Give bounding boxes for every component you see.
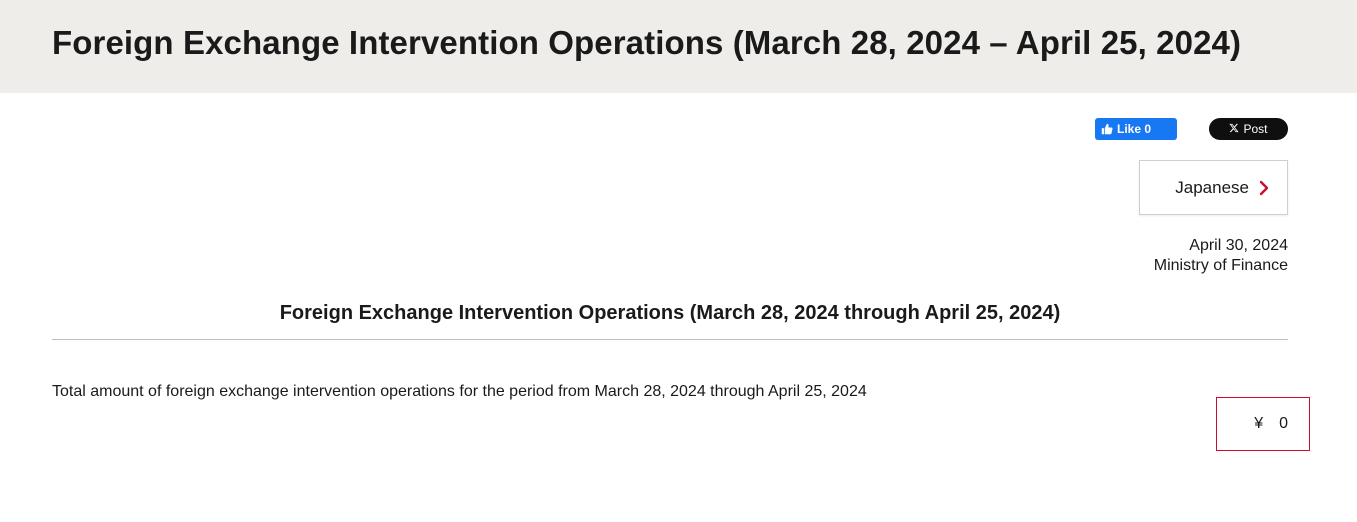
chevron-right-icon (1259, 180, 1269, 196)
document-body-text: Total amount of foreign exchange interve… (52, 383, 867, 400)
currency-symbol: ¥ (1254, 415, 1264, 432)
x-post-label: Post (1243, 122, 1268, 136)
intervention-amount: 0 (1279, 415, 1288, 432)
x-post-button[interactable]: Post (1209, 118, 1288, 140)
facebook-like-label: Like 0 (1117, 122, 1152, 136)
publication-date: April 30, 2024 (1189, 237, 1288, 254)
divider (52, 339, 1288, 340)
publisher-name: Ministry of Finance (1153, 257, 1288, 274)
facebook-like-button[interactable]: Like 0 (1095, 118, 1177, 140)
publication-meta: April 30, 2024 Ministry of Finance (1154, 236, 1288, 276)
intervention-amount-box: ¥ 0 (1216, 397, 1310, 451)
japanese-language-button[interactable]: Japanese (1139, 160, 1288, 215)
page-title: Foreign Exchange Intervention Operations… (52, 24, 1242, 61)
language-button-label: Japanese (1175, 177, 1249, 197)
thumbs-up-icon (1101, 123, 1113, 135)
x-logo-icon (1229, 122, 1240, 136)
page-header: Foreign Exchange Intervention Operations… (0, 0, 1357, 93)
document-title: Foreign Exchange Intervention Operations… (279, 302, 1061, 324)
